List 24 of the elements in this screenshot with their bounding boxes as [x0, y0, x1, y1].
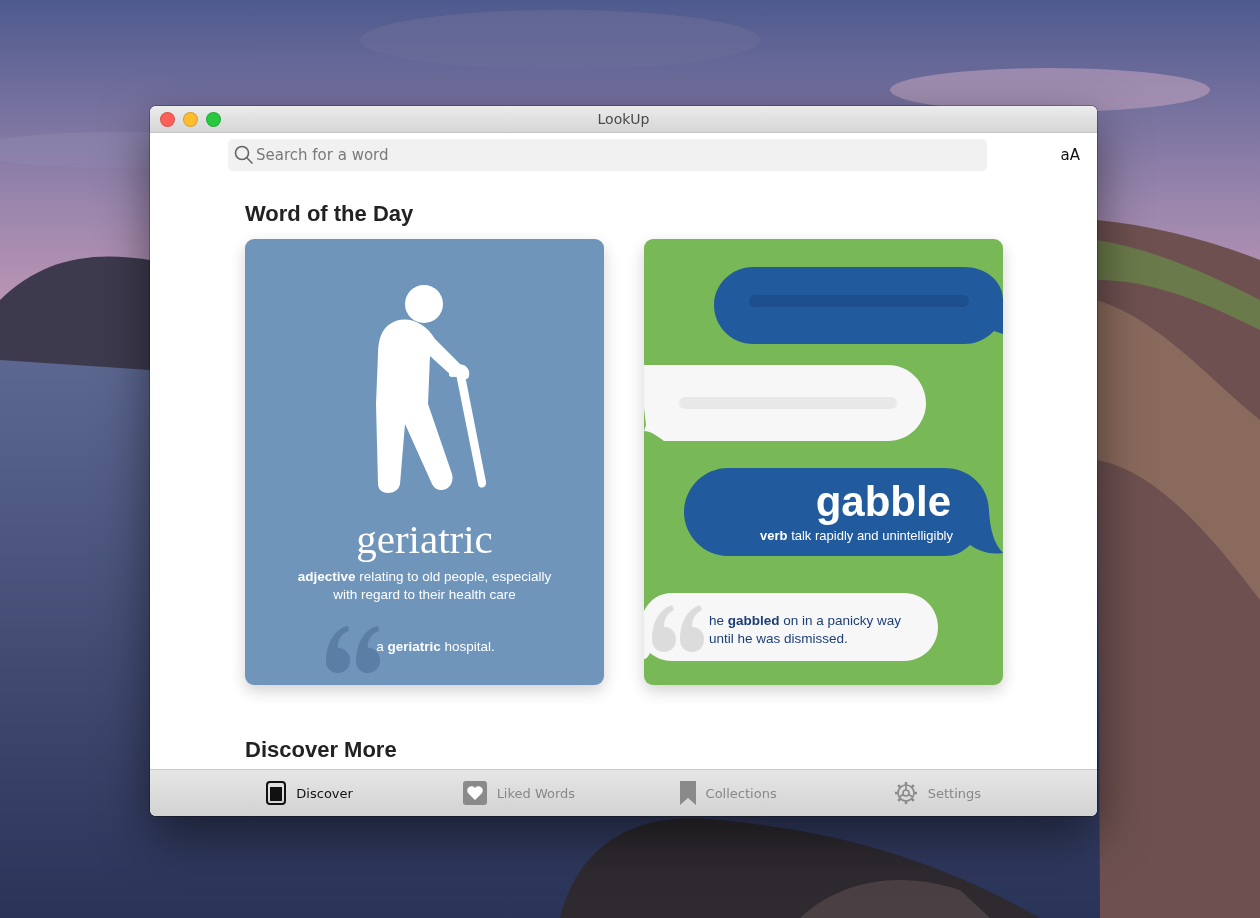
- window-title: LookUp: [597, 111, 650, 127]
- tab[interactable]: Discover: [205, 770, 415, 816]
- section-title: Discover More: [245, 737, 398, 763]
- word-card[interactable]: gabble verb talk rapidly and unintelligibly he gabbled on in a panicky way until he was dismissed.: [644, 239, 1003, 685]
- book-icon: [266, 781, 287, 805]
- bookmark-icon: [679, 781, 696, 805]
- example-sentence: a geriatric hospital.: [376, 639, 495, 654]
- zoom-button[interactable]: [206, 111, 221, 127]
- search-icon: [234, 145, 254, 165]
- word-definition: adjective relating to old people, especially with regard to their health care: [296, 568, 553, 604]
- word-definition: verb talk rapidly and unintelligibly: [760, 528, 953, 543]
- gear-icon: [893, 781, 918, 805]
- tab[interactable]: Liked Words: [414, 770, 624, 816]
- section-title: Word of the Day: [245, 201, 415, 227]
- search-field[interactable]: Search for a word: [228, 139, 987, 171]
- word-card[interactable]: geriatric adjective relating to old people, especially with regard to their health care a geriatric hospital.: [245, 239, 604, 685]
- text-size-button[interactable]: aA: [1060, 146, 1080, 164]
- close-button[interactable]: [160, 111, 175, 127]
- word-title: geriatric: [356, 519, 493, 560]
- example-sentence: he gabbled on in a panicky way until he was dismissed.: [709, 612, 903, 648]
- word-title: gabble: [815, 481, 951, 523]
- tab[interactable]: Settings: [832, 770, 1042, 816]
- tab[interactable]: Collections: [623, 770, 833, 816]
- minimize-button[interactable]: [183, 111, 198, 127]
